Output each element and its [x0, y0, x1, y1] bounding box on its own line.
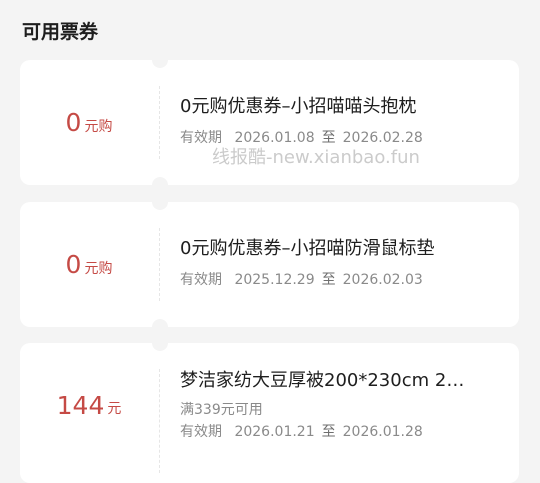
price-unit: 元购	[84, 260, 113, 277]
validity-label: 有效期	[180, 272, 222, 288]
coupon-price: 144 元	[20, 343, 158, 467]
validity-line: 有效期 2025.12.29 至 2026.02.03	[180, 270, 499, 290]
coupon-title: 0元购优惠券–小招喵防滑鼠标垫	[180, 238, 435, 259]
validity-to: 至	[321, 424, 336, 440]
validity-start: 2025.12.29	[234, 272, 315, 288]
coupon-card[interactable]: 144 元 梦洁家纺大豆厚被200*230cm 2… 满339元可用 有效期 2…	[20, 335, 519, 483]
validity-label: 有效期	[180, 130, 222, 146]
coupon-info: 梦洁家纺大豆厚被200*230cm 2… 满339元可用 有效期 2026.01…	[180, 369, 499, 442]
coupon-card[interactable]: 0 元购 0元购优惠券–小招喵防滑鼠标垫 有效期 2025.12.29 至 2026…	[20, 194, 519, 335]
coupon-info: 0元购优惠券–小招喵防滑鼠标垫 有效期 2025.12.29 至 2026.02.0…	[180, 237, 499, 290]
dashed-divider	[159, 369, 160, 473]
validity-end: 2026.02.03	[342, 272, 423, 288]
coupon-condition: 满339元可用	[180, 402, 263, 418]
price-amount: 0	[65, 250, 82, 279]
coupon-card[interactable]: 0 元购 0元购优惠券–小招喵喵头抱枕 有效期 2026.01.08 至 2026.…	[20, 52, 519, 193]
price-amount: 144	[56, 390, 105, 420]
validity-start: 2026.01.08	[234, 130, 315, 146]
validity-to: 至	[321, 130, 336, 146]
validity-line: 有效期 2026.01.21 至 2026.01.28	[180, 422, 499, 442]
price-unit: 元购	[84, 118, 113, 135]
validity-to: 至	[321, 272, 336, 288]
price-unit: 元	[107, 401, 122, 417]
validity-end: 2026.02.28	[342, 130, 423, 146]
coupon-price: 0 元购	[20, 60, 158, 185]
coupon-info: 0元购优惠券–小招喵喵头抱枕 有效期 2026.01.08 至 2026.02.28	[180, 95, 499, 148]
validity-label: 有效期	[180, 424, 222, 440]
dashed-divider	[159, 86, 160, 159]
validity-start: 2026.01.21	[234, 424, 315, 440]
section-title: 可用票券	[22, 21, 99, 43]
dashed-divider	[159, 228, 160, 301]
price-amount: 0	[65, 108, 82, 137]
validity-line: 有效期 2026.01.08 至 2026.02.28	[180, 128, 499, 148]
coupon-price: 0 元购	[20, 202, 158, 327]
validity-end: 2026.01.28	[342, 424, 423, 440]
coupon-title: 梦洁家纺大豆厚被200*230cm 2…	[180, 370, 465, 391]
coupon-title: 0元购优惠券–小招喵喵头抱枕	[180, 96, 417, 117]
